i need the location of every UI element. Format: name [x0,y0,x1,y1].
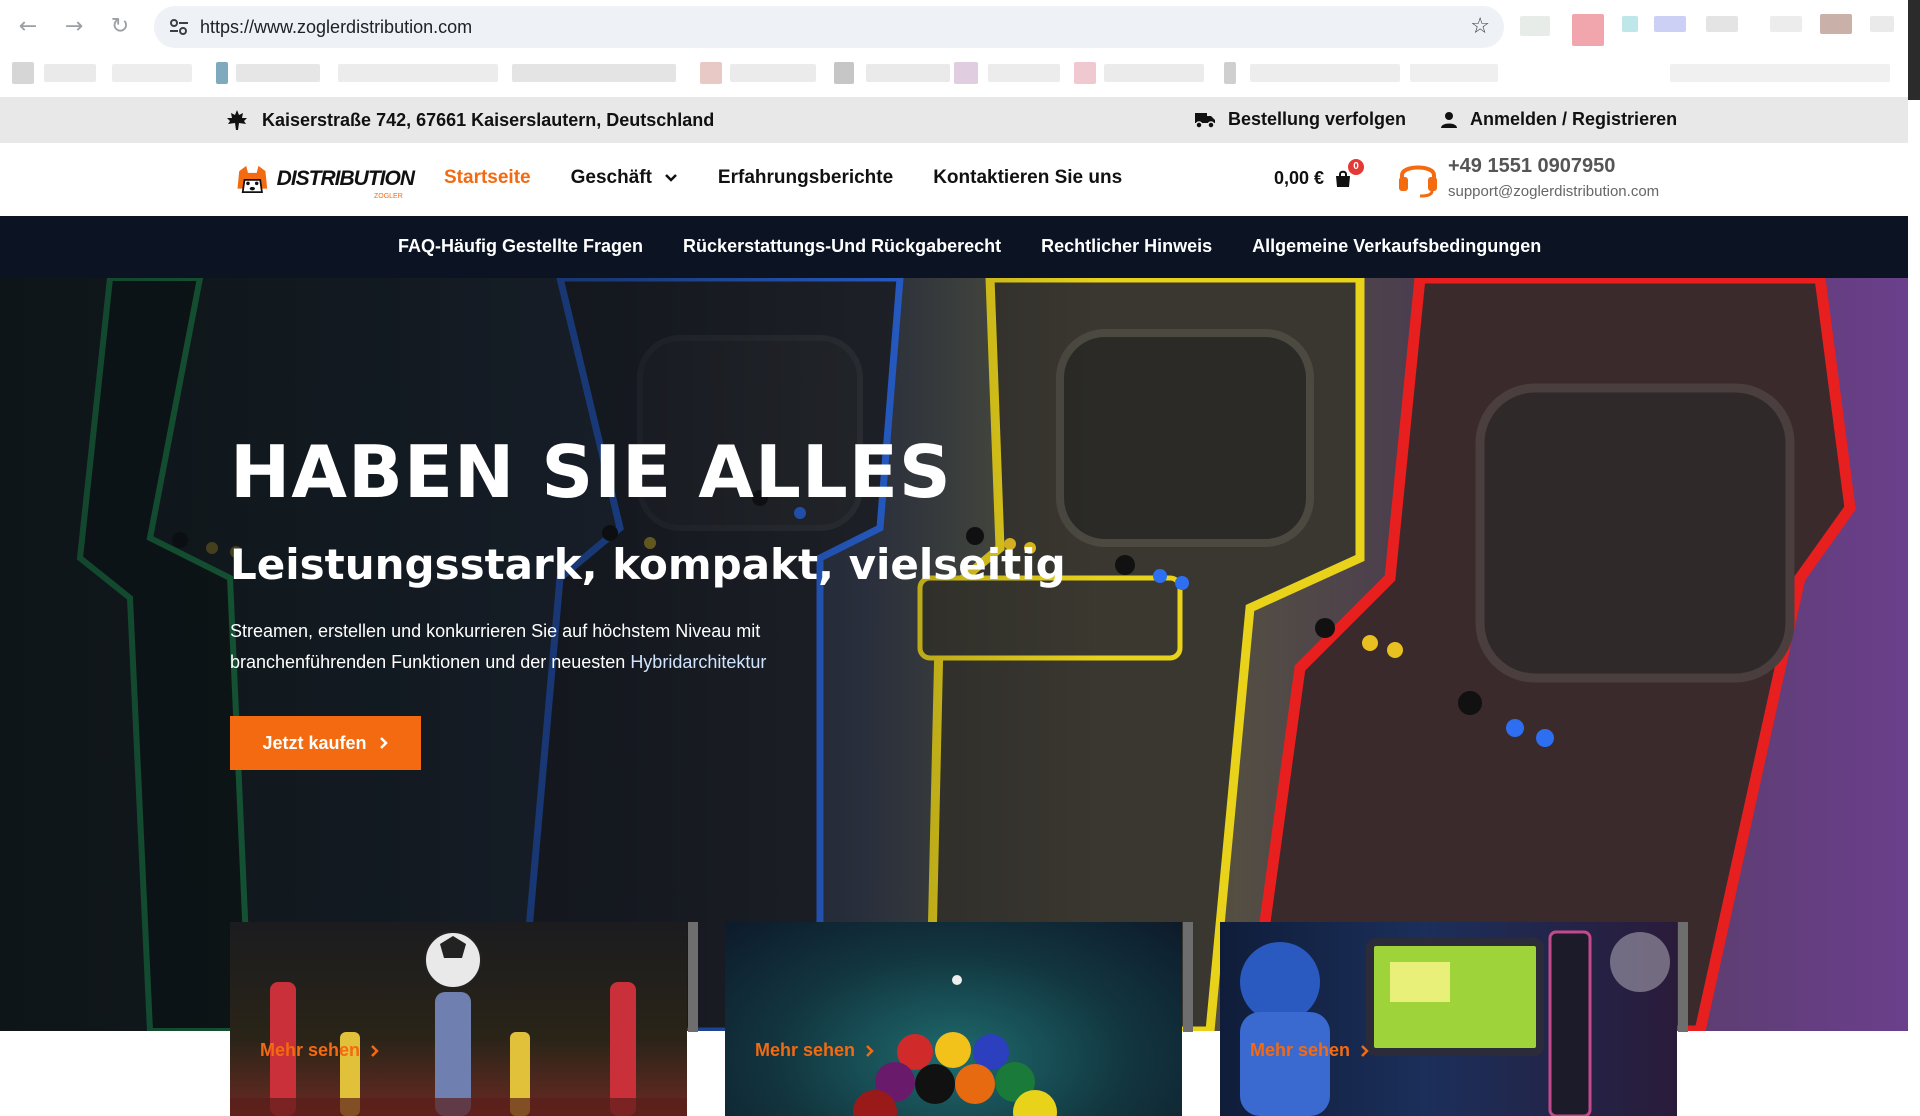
hero-description: Streamen, erstellen und konkurrieren Sie… [230,616,850,678]
browser-chrome: ← → ↻ https://www.zoglerdistribution.com… [0,0,1920,100]
support-email[interactable]: support@zoglerdistribution.com [1448,183,1659,200]
card-more-label: Mehr sehen [755,1040,856,1060]
secondary-nav: FAQ-Häufig Gestellte Fragen Rückerstattu… [0,216,1908,278]
main-header: DISTRIBUTION ZOGLER Startseite Geschäft … [0,143,1908,216]
cart-button[interactable]: 0,00 € 0 [1274,158,1365,189]
subnav-legal[interactable]: Rechtlicher Hinweis [1041,236,1212,257]
headset-icon [1399,165,1437,198]
support-phone[interactable]: +49 1551 0907950 [1448,155,1615,178]
card-edge [688,922,698,1032]
hero-description-link[interactable]: Hybridarchitektur [630,652,766,672]
category-cards: Mehr sehen Mehr sehen Mehr sehen [0,922,1908,1116]
shopping-bag-icon: 0 [1334,158,1365,188]
card-more-link[interactable]: Mehr sehen [755,1040,875,1061]
subnav-refund[interactable]: Rückerstattungs-Und Rückgaberecht [683,236,1001,257]
category-card-billiards[interactable]: Mehr sehen [725,922,1182,1116]
nav-shop[interactable]: Geschäft [571,167,678,189]
truck-icon [1195,112,1215,129]
category-card-gaming[interactable]: Mehr sehen [1220,922,1677,1116]
hero-subtitle: Leistungsstark, kompakt, vielseitig [230,540,1066,589]
cart-total: 0,00 € [1274,168,1325,188]
hero-banner: HABEN SIE ALLES Leistungsstark, kompakt,… [0,278,1908,1031]
site-logo[interactable]: DISTRIBUTION ZOGLER [234,157,415,201]
page: ← → ↻ https://www.zoglerdistribution.com… [0,0,1920,1116]
maple-leaf-icon [227,110,247,130]
chevron-right-icon [866,1044,874,1057]
nav-home[interactable]: Startseite [444,167,531,189]
url-text[interactable]: https://www.zoglerdistribution.com [200,17,472,38]
chevron-right-icon [379,737,388,749]
card-more-label: Mehr sehen [260,1040,361,1060]
track-order-label: Bestellung verfolgen [1228,109,1407,129]
shop-now-button[interactable]: Jetzt kaufen [230,716,421,770]
card-edge [1183,922,1193,1032]
shop-now-label: Jetzt kaufen [262,732,367,753]
reload-icon[interactable]: ↻ [104,10,136,42]
login-link[interactable]: Anmelden / Registrieren [1440,109,1677,130]
login-label: Anmelden / Registrieren [1470,109,1678,129]
store-address: Kaiserstraße 742, 67661 Kaiserslautern, … [227,109,715,131]
hero-title: HABEN SIE ALLES [230,430,952,514]
card-more-link[interactable]: Mehr sehen [1250,1040,1370,1061]
card-more-label: Mehr sehen [1250,1040,1351,1060]
track-order-link[interactable]: Bestellung verfolgen [1194,109,1406,130]
foosball-image [230,931,687,1116]
user-icon [1441,111,1458,128]
logo-text: DISTRIBUTION [276,167,415,190]
top-info-bar: Kaiserstraße 742, 67661 Kaiserslautern, … [0,97,1908,143]
bookmarks-bar [0,58,1920,88]
back-icon[interactable]: ← [12,10,44,42]
main-nav: Startseite Geschäft Erfahrungsberichte K… [444,167,1122,189]
subnav-terms[interactable]: Allgemeine Verkaufsbedingungen [1252,236,1541,257]
address-bar[interactable]: https://www.zoglerdistribution.com ☆ [154,6,1504,48]
logo-subtext: ZOGLER [374,193,403,200]
gaming-setup-image [1240,930,1670,1116]
window-scrollbar[interactable] [1908,0,1920,100]
subnav-faq[interactable]: FAQ-Häufig Gestellte Fragen [398,236,643,257]
site-settings-icon[interactable] [168,16,190,38]
nav-reviews[interactable]: Erfahrungsberichte [718,167,893,189]
category-card-foosball[interactable]: Mehr sehen [230,922,687,1116]
nav-contact[interactable]: Kontaktieren Sie uns [933,167,1122,189]
card-edge [1678,922,1688,1032]
card-more-link[interactable]: Mehr sehen [260,1040,380,1061]
chevron-right-icon [1361,1044,1369,1057]
chevron-right-icon [371,1044,379,1057]
address-text: Kaiserstraße 742, 67661 Kaiserslautern, … [262,109,715,130]
forward-icon[interactable]: → [58,10,90,42]
cart-count-badge: 0 [1348,158,1365,175]
chevron-down-icon [665,174,677,182]
logo-dog-icon [237,165,268,193]
bookmark-star-icon[interactable]: ☆ [1470,14,1490,39]
billiards-image [853,975,1057,1116]
extensions-area [1520,14,1900,46]
nav-shop-label: Geschäft [570,167,652,188]
support-contact: +49 1551 0907950 support@zoglerdistribut… [1396,155,1659,203]
